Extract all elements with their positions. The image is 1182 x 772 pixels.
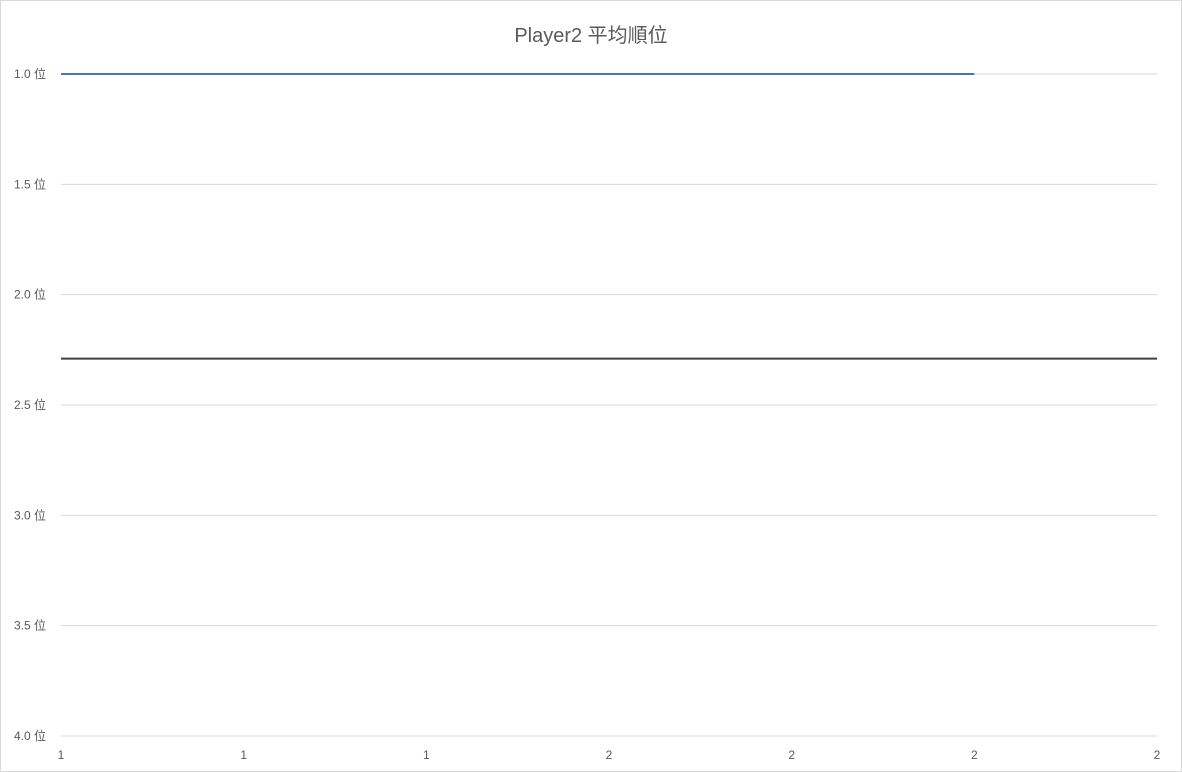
x-tick-label: 1	[423, 748, 430, 762]
plot-area: 1.0 位 1.5 位 2.0 位 2.5 位 3.0 位 3.5 位 4.0 位 1 1 1 2…	[14, 66, 1161, 762]
y-tick-label: 4.0 位	[14, 728, 46, 743]
x-tick-label: 1	[58, 748, 65, 762]
x-tick-label: 2	[971, 748, 978, 762]
y-tick-label: 3.5 位	[14, 618, 46, 633]
y-tick-label: 2.0 位	[14, 287, 46, 302]
x-tick-label: 2	[606, 748, 613, 762]
x-tick-label: 2	[1154, 748, 1161, 762]
y-axis-ticks: 1.0 位 1.5 位 2.0 位 2.5 位 3.0 位 3.5 位 4.0 位	[14, 66, 46, 743]
chart-container: Player2 平均順位 1.0 位 1.5 位 2.0 位 2.5 位 3.0 位 3.…	[0, 0, 1182, 772]
y-tick-label: 2.5 位	[14, 397, 46, 412]
series-lines	[61, 73, 1157, 360]
x-tick-label: 2	[788, 748, 795, 762]
gridlines	[61, 73, 1157, 737]
x-axis-ticks: 1 1 1 2 2 2 2	[58, 748, 1161, 762]
y-tick-label: 3.0 位	[14, 507, 46, 522]
y-tick-label: 1.5 位	[14, 176, 46, 191]
x-tick-label: 1	[240, 748, 247, 762]
y-tick-label: 1.0 位	[14, 66, 46, 81]
